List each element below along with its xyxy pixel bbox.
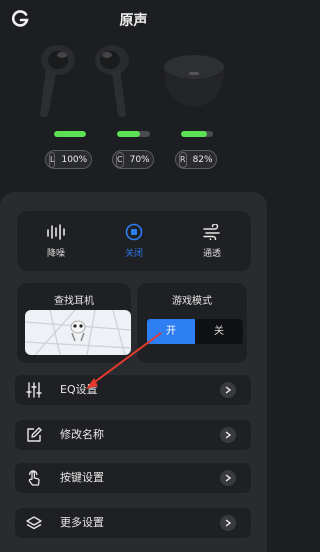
charging-case-image (159, 52, 229, 116)
chevron-right-icon (220, 382, 236, 398)
right-battery-fill (181, 131, 208, 137)
layers-icon (26, 515, 42, 531)
mode-transparency-label: 通透 (202, 249, 221, 259)
right-label: R (179, 151, 187, 168)
wind-icon (202, 223, 222, 241)
eq-settings-row[interactable]: EQ设置 (15, 375, 251, 405)
noise-cancel-icon (46, 223, 66, 241)
mode-noise-cancel-label: 降噪 (46, 249, 65, 259)
rename-row[interactable]: 修改名称 (15, 420, 251, 450)
equalizer-icon (26, 382, 42, 398)
chevron-right-icon (220, 470, 236, 486)
map-thumbnail (25, 310, 131, 355)
game-mode-card: 游戏模式 开 关 (137, 283, 247, 363)
center-earbud-image (90, 40, 140, 124)
find-earbuds-title: 查找耳机 (54, 296, 94, 307)
noise-mode-selector: 降噪 关闭 通透 (17, 211, 251, 271)
center-label: C (116, 151, 124, 168)
game-mode-on-button[interactable]: 开 (147, 319, 195, 344)
right-battery-badge: R 82% (175, 150, 217, 169)
key-settings-row[interactable]: 按键设置 (15, 463, 251, 493)
mode-noise-cancel[interactable]: 降噪 (17, 211, 95, 271)
more-settings-row[interactable]: 更多设置 (15, 508, 251, 538)
center-battery-badge: C 70% (112, 150, 154, 169)
mode-off-label: 关闭 (124, 249, 143, 259)
left-label: L (49, 151, 56, 168)
chevron-right-icon (220, 427, 236, 443)
chevron-right-icon (220, 515, 236, 531)
rename-label: 修改名称 (60, 428, 104, 441)
center-battery-fill (117, 131, 141, 137)
earbud-location-icon (70, 320, 86, 342)
left-battery-value: 100% (61, 154, 88, 165)
stop-icon (125, 223, 143, 241)
touch-icon (26, 470, 42, 486)
key-settings-label: 按键设置 (60, 471, 104, 484)
center-battery-value: 70% (129, 154, 150, 165)
center-battery-bar (117, 131, 150, 137)
eq-settings-label: EQ设置 (60, 383, 98, 396)
page-title: 原声 (119, 13, 148, 29)
mode-transparency[interactable]: 通透 (173, 211, 251, 271)
left-earbud-image (28, 40, 78, 124)
left-battery-badge: L 100% (45, 150, 92, 169)
game-mode-off-button[interactable]: 关 (195, 319, 243, 344)
game-mode-toggle: 开 关 (147, 319, 243, 344)
edit-icon (26, 427, 42, 443)
left-battery-fill (54, 131, 86, 137)
right-battery-value: 82% (192, 154, 213, 165)
more-settings-label: 更多设置 (60, 516, 104, 529)
mode-off[interactable]: 关闭 (95, 211, 173, 271)
right-battery-bar (181, 131, 213, 137)
game-mode-title: 游戏模式 (172, 296, 212, 307)
left-battery-bar (54, 131, 86, 137)
find-earbuds-card[interactable]: 查找耳机 (17, 283, 131, 363)
